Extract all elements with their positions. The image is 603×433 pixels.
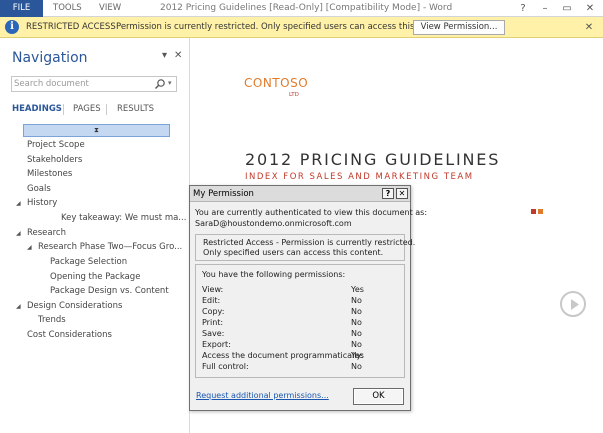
infobar-message: Permission is currently restricted. Only…: [116, 22, 453, 32]
company-logo: CONTOSO: [244, 76, 309, 90]
dialog-help-button[interactable]: ?: [382, 188, 394, 199]
permission-value: Yes: [351, 351, 364, 360]
next-page-icon[interactable]: [560, 291, 586, 317]
permission-label: Print:: [202, 318, 224, 327]
tab-view[interactable]: VIEW: [99, 0, 121, 17]
permissions-heading: You have the following permissions:: [202, 270, 346, 279]
heading-item[interactable]: Milestones: [27, 169, 72, 179]
heading-item[interactable]: History: [27, 198, 57, 208]
permission-label: Edit:: [202, 296, 221, 305]
restore-button[interactable]: ▭: [556, 0, 578, 17]
infobar-close-icon[interactable]: ✕: [582, 17, 596, 38]
heading-item[interactable]: Trends: [38, 315, 66, 325]
restriction-line: Only specified users can access this con…: [203, 248, 384, 257]
minimize-button[interactable]: –: [534, 0, 556, 17]
dialog-title-bar: My Permission ? ✕: [190, 186, 410, 202]
company-logo-sub: LTD: [289, 92, 299, 98]
tab-results[interactable]: RESULTS: [117, 104, 154, 114]
restriction-line: Restricted Access - Permission is curren…: [203, 238, 416, 247]
view-permission-button[interactable]: View Permission...: [413, 20, 505, 35]
request-permissions-link[interactable]: Request additional permissions...: [196, 391, 329, 400]
permission-value: No: [351, 362, 362, 371]
collapse-triangle-icon[interactable]: ◢: [16, 303, 21, 310]
pane-options-icon[interactable]: ▾: [162, 50, 167, 61]
collapse-triangle-icon[interactable]: ◢: [16, 230, 21, 237]
heading-item[interactable]: Cost Considerations: [27, 330, 112, 340]
permission-value: No: [351, 318, 362, 327]
dialog-title: My Permission: [193, 189, 254, 199]
search-icon[interactable]: [154, 78, 166, 90]
tab-separator: [106, 104, 107, 115]
heading-item[interactable]: Goals: [27, 184, 51, 194]
permission-label: View:: [202, 285, 224, 294]
permission-value: No: [351, 340, 362, 349]
permission-value: No: [351, 307, 362, 316]
file-tab[interactable]: FILE: [0, 0, 43, 17]
permission-label: Export:: [202, 340, 231, 349]
tab-pages[interactable]: PAGES: [73, 104, 101, 114]
heading-item[interactable]: Research: [27, 228, 66, 238]
heading-item[interactable]: Research Phase Two—Focus Gro...: [38, 242, 182, 252]
heading-item[interactable]: Opening the Package: [50, 272, 140, 282]
my-permission-dialog: My Permission ? ✕ You are currently auth…: [189, 185, 427, 411]
search-input[interactable]: [14, 78, 149, 90]
close-window-button[interactable]: ✕: [579, 0, 601, 17]
heading-item[interactable]: Key takeaway: We must ma...: [61, 213, 186, 223]
navigation-pane: Navigation ▾ ✕ ▾ HEADINGS PAGES RESULTS …: [0, 38, 190, 433]
heading-item[interactable]: Package Design vs. Content: [50, 286, 169, 296]
heading-item[interactable]: Design Considerations: [27, 301, 122, 311]
permission-value: No: [351, 329, 362, 338]
search-dropdown-icon[interactable]: ▾: [168, 79, 172, 87]
heading-item[interactable]: Project Scope: [27, 140, 85, 150]
tab-tools[interactable]: TOOLS: [53, 0, 82, 17]
navigation-title: Navigation: [12, 50, 88, 66]
scroll-to-top-heading[interactable]: ⧗: [23, 124, 170, 137]
info-icon: i: [5, 20, 19, 34]
tab-headings[interactable]: HEADINGS: [12, 104, 62, 114]
search-box: ▾: [11, 76, 177, 92]
user-email: SaraD@houstondemo.onmicrosoft.com: [195, 219, 352, 228]
document-title: 2012 PRICING GUIDELINES: [245, 150, 501, 169]
restriction-box: Restricted Access - Permission is curren…: [195, 234, 415, 261]
permission-label: Access the document programmatically:: [202, 351, 364, 360]
tab-separator: [63, 104, 64, 115]
permission-label: Copy:: [202, 307, 225, 316]
infobar-title: RESTRICTED ACCESS: [26, 22, 116, 32]
restricted-access-bar: i RESTRICTED ACCESS Permission is curren…: [0, 17, 603, 38]
permission-value: No: [351, 296, 362, 305]
collapse-triangle-icon[interactable]: ◢: [16, 200, 21, 207]
ok-button[interactable]: OK: [353, 388, 404, 405]
auth-text: You are currently authenticated to view …: [195, 208, 428, 217]
accent-square: [538, 209, 543, 214]
pane-close-icon[interactable]: ✕: [174, 50, 182, 61]
help-button[interactable]: ?: [512, 0, 534, 17]
permission-value: Yes: [351, 285, 364, 294]
accent-square: [531, 209, 536, 214]
collapse-triangle-icon[interactable]: ◢: [27, 244, 32, 251]
permission-label: Save:: [202, 329, 225, 338]
permissions-box: [195, 264, 405, 378]
title-bar: FILE TOOLS VIEW 2012 Pricing Guidelines …: [0, 0, 603, 17]
heading-item[interactable]: Stakeholders: [27, 155, 82, 165]
dialog-close-button[interactable]: ✕: [396, 188, 408, 199]
permission-label: Full control:: [202, 362, 249, 371]
heading-item[interactable]: Package Selection: [50, 257, 127, 267]
window-title: 2012 Pricing Guidelines [Read-Only] [Com…: [160, 3, 453, 13]
document-subtitle: INDEX FOR SALES AND MARKETING TEAM: [245, 172, 474, 182]
